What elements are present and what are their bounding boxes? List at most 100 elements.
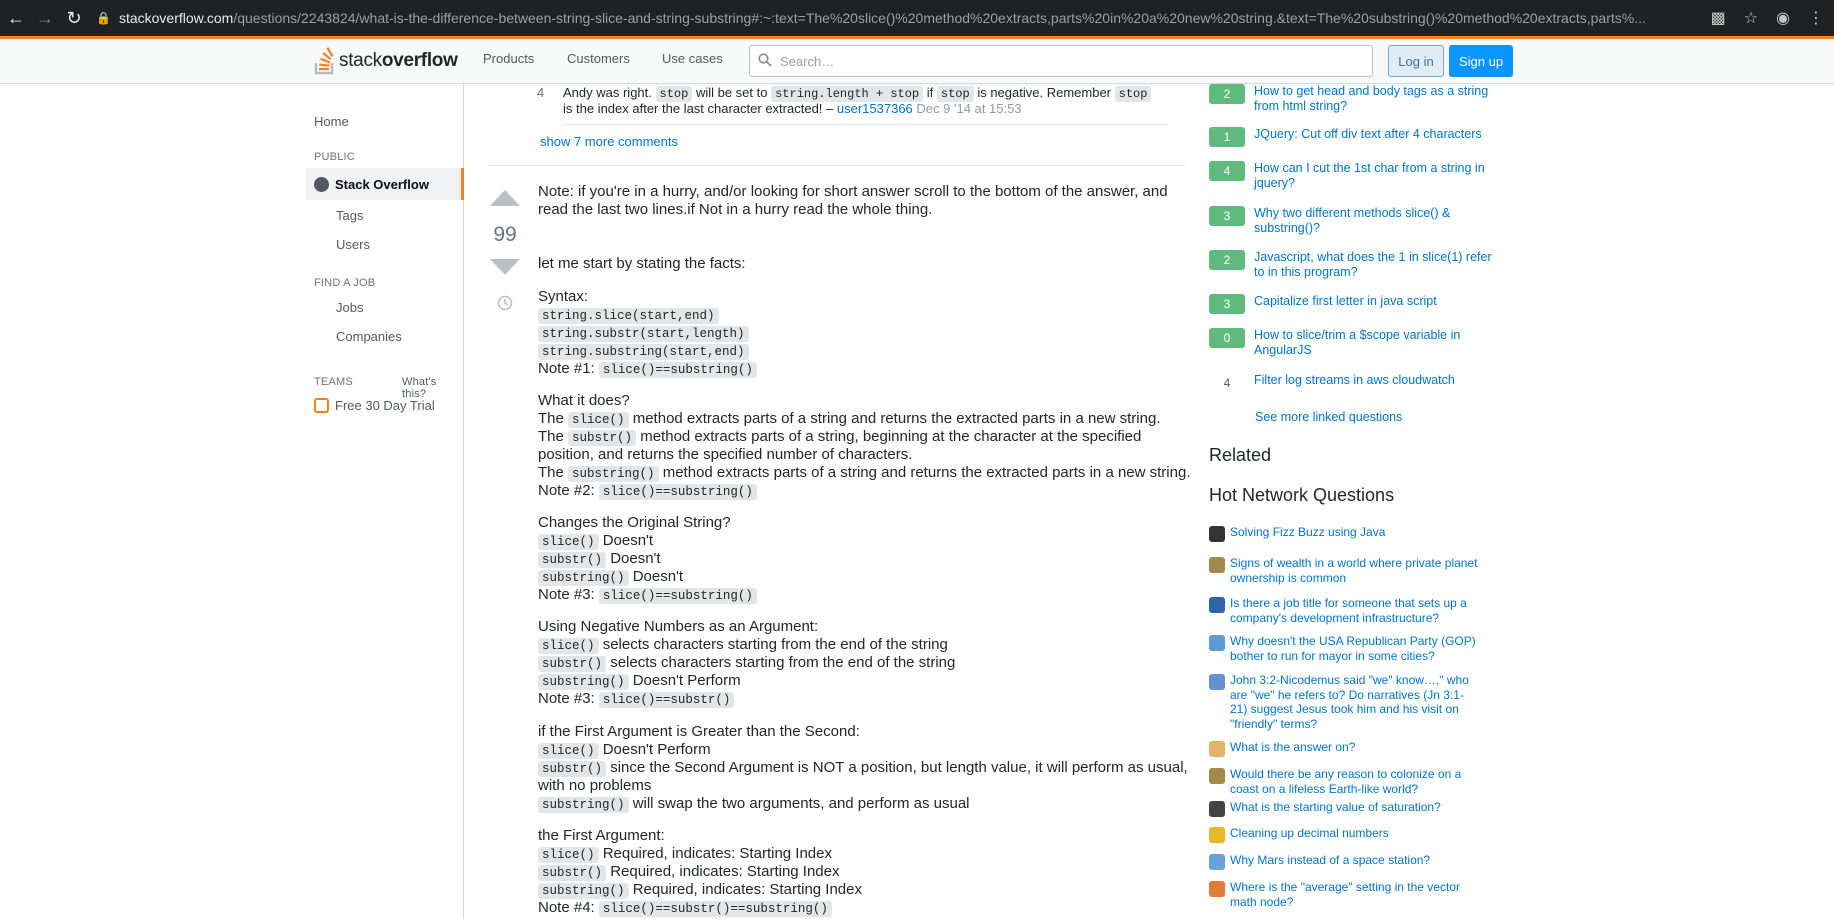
hot-question-link[interactable]: John 3:2-Nicodemus said "we" know…," who… <box>1230 673 1480 731</box>
linked-question-link[interactable]: JQuery: Cut off div text after 4 charact… <box>1254 127 1502 147</box>
answer-line: with no problems <box>538 777 652 794</box>
hot-question-link[interactable]: Signs of wealth in a world where private… <box>1230 556 1480 585</box>
syntax-heading: Syntax: <box>538 288 589 305</box>
site-header: stackoverflow Products Customers Use cas… <box>0 39 1834 84</box>
linked-question-item: 2 Javascript, what does the 1 in slice(1)… <box>1209 250 1502 280</box>
linked-question-score: 2 <box>1209 250 1245 270</box>
show-more-comments-link[interactable]: show 7 more comments <box>540 134 678 150</box>
answer-line: The substring() method extracts parts of… <box>538 464 1191 482</box>
hot-question-link[interactable]: Would there be any reason to colonize on… <box>1230 767 1480 796</box>
downvote-arrow-icon[interactable] <box>490 259 520 275</box>
section-heading: if the First Argument is Greater than th… <box>538 723 860 740</box>
answer-line: slice() Required, indicates: Starting In… <box>538 845 832 864</box>
hot-question-item: What is the starting value of saturation… <box>1209 800 1480 817</box>
sidebar-item-stackoverflow[interactable]: Stack Overflow <box>306 168 464 200</box>
whats-this-link[interactable]: What's this? <box>402 376 463 400</box>
section-heading: Changes the Original String? <box>538 514 731 531</box>
linked-question-link[interactable]: Filter log streams in aws cloudwatch <box>1254 373 1502 393</box>
sidebar-item-free-trial[interactable]: Free 30 Day Trial <box>314 398 435 413</box>
linked-question-item: 4 How can I cut the 1st char from a strin… <box>1209 161 1502 191</box>
section-heading: What it does? <box>538 392 630 409</box>
profile-icon[interactable]: ◉ <box>1776 8 1790 28</box>
sidebar-item-tags[interactable]: Tags <box>336 208 363 223</box>
comment-user-link[interactable]: user1537366 <box>837 101 913 116</box>
linked-question-link[interactable]: Capitalize first letter in java script <box>1254 294 1502 314</box>
linked-question-link[interactable]: How can I cut the 1st char from a string… <box>1254 161 1502 191</box>
workplace-icon <box>1209 597 1225 613</box>
sidebar-item-home[interactable]: Home <box>314 114 349 129</box>
hot-question-item: Signs of wealth in a world where private… <box>1209 556 1480 585</box>
linked-question-link[interactable]: How to get head and body tags as a strin… <box>1254 84 1502 114</box>
sidebar-item-companies[interactable]: Companies <box>336 329 402 344</box>
answer-line: The substr() method extracts parts of a … <box>538 428 1142 446</box>
url-host: stackoverflow.com <box>118 10 234 26</box>
hot-question-link[interactable]: Is there a job title for someone that se… <box>1230 596 1480 625</box>
hot-question-link[interactable]: Why doesn't the USA Republican Party (GO… <box>1230 634 1480 663</box>
back-arrow-icon[interactable]: ← <box>0 0 32 36</box>
search-input[interactable]: Search… <box>749 45 1373 77</box>
linked-question-item: 2 How to get head and body tags as a stri… <box>1209 84 1502 114</box>
answer-note-line2: read the last two lines.if Not in a hurr… <box>538 201 933 218</box>
url-path: /questions/2243824/what-is-the-differenc… <box>233 10 1646 26</box>
comment-text-line2: is the index after the last character ex… <box>563 101 1022 116</box>
sidebar-section-public: PUBLIC <box>314 151 355 163</box>
forward-arrow-icon[interactable]: → <box>29 0 61 36</box>
sidebar-item-users[interactable]: Users <box>336 237 370 252</box>
nav-customers[interactable]: Customers <box>567 51 630 66</box>
linked-question-item: 0 How to slice/trim a $scope variable in … <box>1209 328 1502 358</box>
note-line: Note #3: slice()==substring() <box>538 586 757 605</box>
linked-question-link[interactable]: How to slice/trim a $scope variable in A… <box>1254 328 1502 358</box>
lock-icon: 🔒 <box>96 11 111 25</box>
nav-products[interactable]: Products <box>483 51 534 66</box>
stack-logo-icon <box>314 47 334 75</box>
linked-question-score: 3 <box>1209 294 1245 314</box>
menu-kebab-icon[interactable]: ⋮ <box>1808 8 1824 28</box>
linked-question-item: 4 Filter log streams in aws cloudwatch <box>1209 373 1502 393</box>
answer-line: substr() selects characters starting fro… <box>538 654 955 673</box>
bookmark-star-icon[interactable]: ☆ <box>1744 8 1758 28</box>
linked-question-link[interactable]: Why two different methods slice() & subs… <box>1254 206 1502 236</box>
chess-icon <box>1209 801 1225 817</box>
sidebar-item-jobs[interactable]: Jobs <box>336 300 363 315</box>
answer-line: substring() Doesn't <box>538 568 683 587</box>
linked-question-link[interactable]: Javascript, what does the 1 in slice(1) … <box>1254 250 1502 280</box>
see-more-linked-link[interactable]: See more linked questions <box>1255 410 1402 424</box>
answer-line: substr() Required, indicates: Starting I… <box>538 863 840 882</box>
sidebar-section-find-job: FIND A JOB <box>314 277 376 289</box>
codereview-icon <box>1209 526 1225 542</box>
hermeneutics-icon <box>1209 674 1225 690</box>
answer-line: The slice() method extracts parts of a s… <box>538 410 1161 428</box>
comment-divider <box>563 124 1168 125</box>
history-icon[interactable] <box>496 294 514 312</box>
globe-icon <box>314 176 329 192</box>
related-heading: Related <box>1209 445 1272 465</box>
worldbuilding-icon <box>1209 768 1225 784</box>
answer-line: substr() Doesn't <box>538 550 661 569</box>
signup-button[interactable]: Sign up <box>1449 45 1513 77</box>
hot-question-link[interactable]: Why Mars instead of a space station? <box>1230 853 1480 870</box>
hot-question-link[interactable]: Cleaning up decimal numbers <box>1230 826 1480 843</box>
answer-line: slice() Doesn't Perform <box>538 741 711 760</box>
note-line: Note #1: slice()==substring() <box>538 360 757 379</box>
reload-icon[interactable]: ↻ <box>58 0 90 36</box>
hot-question-link[interactable]: Solving Fizz Buzz using Java <box>1230 525 1480 542</box>
hot-question-link[interactable]: What is the answer on? <box>1230 740 1480 757</box>
translate-icon[interactable]: ▩ <box>1711 8 1726 28</box>
answer-line: position, and returns the specified numb… <box>538 446 913 463</box>
briefcase-icon <box>314 398 329 413</box>
hot-question-item: Cleaning up decimal numbers <box>1209 826 1480 843</box>
hot-question-link[interactable]: Where is the "average" setting in the ve… <box>1230 880 1480 909</box>
hot-question-item: Where is the "average" setting in the ve… <box>1209 880 1480 909</box>
search-placeholder: Search… <box>780 53 835 69</box>
address-bar[interactable]: 🔒 stackoverflow.com/questions/2243824/wh… <box>96 0 1686 36</box>
upvote-arrow-icon[interactable] <box>490 190 520 206</box>
comment-text: Andy was right. stop will be set to stri… <box>563 85 1163 102</box>
hot-question-link[interactable]: What is the starting value of saturation… <box>1230 800 1480 817</box>
nav-use-cases[interactable]: Use cases <box>662 51 723 66</box>
hot-network-heading: Hot Network Questions <box>1209 485 1395 505</box>
worldbuilding-icon <box>1209 557 1225 573</box>
left-sidebar: Home PUBLIC Stack Overflow Tags Users FI… <box>306 84 464 919</box>
stackoverflow-logo[interactable]: stackoverflow <box>314 46 458 76</box>
linked-question-score: 4 <box>1223 376 1231 390</box>
login-button[interactable]: Log in <box>1388 45 1444 77</box>
